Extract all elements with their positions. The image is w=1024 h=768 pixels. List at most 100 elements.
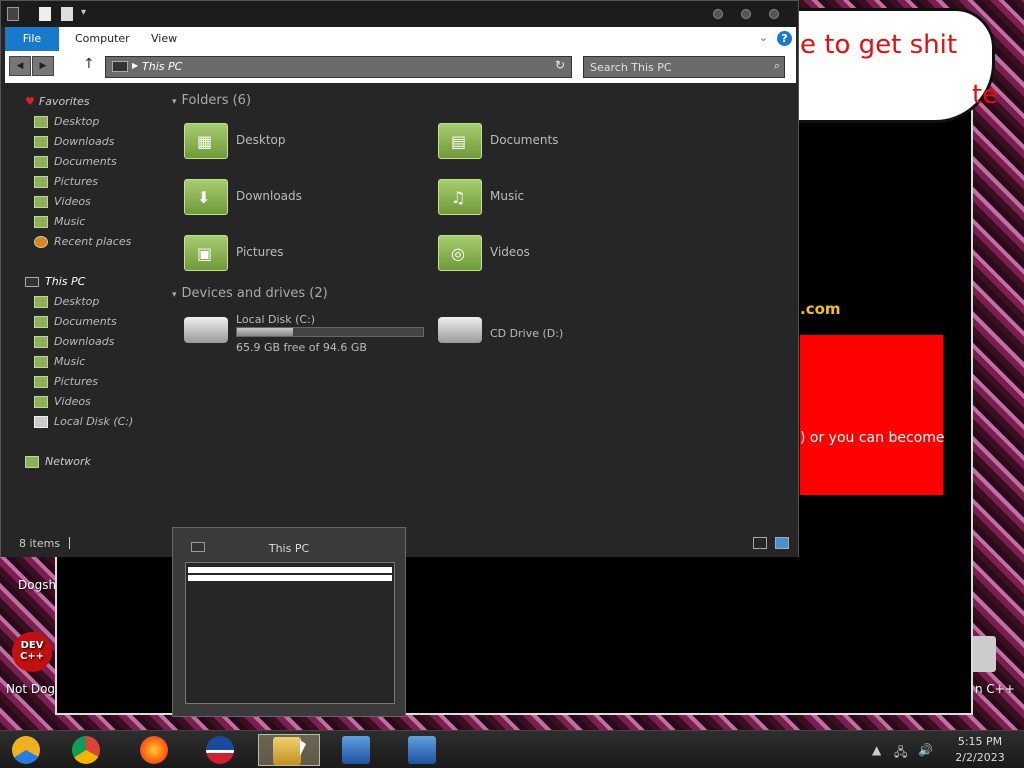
maximize-button[interactable]	[741, 9, 751, 19]
nav-favorites[interactable]: ♥ Favorites	[25, 95, 90, 108]
nav-fav-documents[interactable]: Documents	[34, 155, 117, 173]
nav-pc-videos[interactable]: Videos	[34, 395, 91, 413]
new-folder-icon[interactable]	[61, 7, 73, 21]
nav-pc-local-disk[interactable]: Local Disk (C:)	[34, 415, 133, 433]
details-view-icon[interactable]	[753, 537, 767, 549]
documents-icon	[34, 156, 48, 168]
chevron-down-icon[interactable]: ⌄	[759, 31, 768, 44]
nav-fav-pictures[interactable]: Pictures	[34, 175, 98, 193]
taskbar-installer-1[interactable]	[334, 734, 378, 766]
nav-fav-recent[interactable]: Recent places	[34, 235, 131, 253]
desktop-icon-label: Not Dog	[6, 682, 56, 696]
tab-computer[interactable]: Computer	[61, 27, 144, 51]
folder-music[interactable]: ♫ Music	[420, 175, 660, 221]
clock-time: 5:15 PM	[957, 735, 1003, 748]
network-tray-icon[interactable]: 🖧	[894, 743, 907, 764]
pictures-folder-icon: ▣	[184, 235, 228, 271]
desktop-icon	[34, 116, 48, 128]
tab-view[interactable]: View	[137, 27, 191, 51]
collapse-icon: ▾	[172, 97, 177, 107]
preview-addressbar	[188, 575, 392, 581]
folder-pictures[interactable]: ▣ Pictures	[166, 231, 406, 277]
nav-network[interactable]: Network	[25, 455, 91, 468]
drive-local-disk[interactable]: Local Disk (C:) 65.9 GB free of 94.6 GB	[166, 309, 426, 355]
nav-pc-pictures[interactable]: Pictures	[34, 375, 98, 393]
breadcrumb: This PC	[142, 60, 183, 73]
nav-pc-documents[interactable]: Documents	[34, 315, 117, 333]
forward-button[interactable]: ▶	[32, 56, 54, 76]
heart-icon: ♥	[25, 95, 35, 108]
installer-icon	[408, 736, 436, 764]
preview-ribbon	[188, 567, 392, 573]
nav-fav-music[interactable]: Music	[34, 215, 85, 233]
taskbar-firefox[interactable]	[132, 734, 176, 766]
nav-fav-desktop[interactable]: Desktop	[34, 115, 99, 133]
properties-icon[interactable]	[39, 7, 51, 21]
downloads-icon	[34, 336, 48, 348]
close-button[interactable]	[769, 9, 779, 19]
collapse-icon: ▾	[172, 290, 177, 300]
search-icon[interactable]: ⌕	[774, 59, 780, 73]
nav-pc-downloads[interactable]: Downloads	[34, 335, 114, 353]
devices-group-header[interactable]: ▾ Devices and drives (2)	[172, 286, 328, 301]
folder-label: Videos	[490, 245, 530, 259]
installer-icon	[342, 736, 370, 764]
large-icons-view-icon[interactable]	[775, 537, 789, 549]
drive-icon	[34, 416, 48, 428]
videos-icon	[34, 196, 48, 208]
nav-pc-music[interactable]: Music	[34, 355, 85, 373]
show-hidden-icons[interactable]: ▲	[872, 743, 881, 757]
drive-cd[interactable]: CD Drive (D:)	[420, 309, 660, 355]
nav-this-pc[interactable]: This PC	[25, 275, 85, 288]
desktop-icon-not-dog[interactable]: Not Dog	[6, 682, 55, 696]
nav-fav-videos[interactable]: Videos	[34, 195, 91, 213]
back-button[interactable]: ◀	[9, 56, 31, 76]
folder-label: Pictures	[236, 245, 284, 259]
taskbar-chrome-canary[interactable]	[4, 734, 48, 766]
disk-usage-bar	[236, 327, 424, 337]
content-pane: ▾ Folders (6) ▦ Desktop ▤ Documents ⬇ Dow…	[166, 83, 796, 523]
search-box[interactable]: ⌕	[583, 56, 785, 78]
desktop-icon-recycle-bin[interactable]	[970, 636, 996, 672]
taskbar-obama[interactable]	[198, 734, 242, 766]
taskbar-thumbnail[interactable]: This PC	[172, 527, 406, 717]
taskbar-chrome[interactable]	[64, 734, 108, 766]
navigation-pane: ♥ Favorites Desktop Downloads Documents P…	[1, 83, 161, 523]
folder-desktop[interactable]: ▦ Desktop	[166, 119, 406, 165]
bubble-text: e to get shit	[800, 30, 958, 60]
taskbar-installer-2[interactable]	[400, 734, 444, 766]
folder-documents[interactable]: ▤ Documents	[420, 119, 660, 165]
music-icon	[34, 356, 48, 368]
firefox-icon	[140, 736, 168, 764]
search-input[interactable]	[590, 59, 760, 75]
videos-folder-icon: ◎	[438, 235, 482, 271]
up-arrow-icon[interactable]: ↑	[83, 56, 95, 72]
downloads-folder-icon: ⬇	[184, 179, 228, 215]
thumbnail-title: This PC	[268, 542, 310, 555]
folder-downloads[interactable]: ⬇ Downloads	[166, 175, 406, 221]
chrome-icon	[72, 736, 100, 764]
volume-icon[interactable]: 🔊	[918, 743, 933, 757]
minimize-button[interactable]	[713, 9, 723, 19]
obama-logo-icon	[206, 736, 234, 764]
this-pc-icon	[112, 61, 128, 72]
taskbar-file-explorer[interactable]	[258, 734, 320, 766]
customize-qa-icon[interactable]: ▾	[81, 7, 86, 18]
file-explorer-window[interactable]: ▾ File Computer View ⌄ ? ◀ ▶ ↑ ▶ This PC…	[0, 0, 799, 557]
nav-pc-desktop[interactable]: Desktop	[34, 295, 99, 313]
help-icon[interactable]: ?	[777, 31, 792, 46]
clock[interactable]: 5:15 PM 2/2/2023	[940, 734, 1020, 766]
folder-videos[interactable]: ◎ Videos	[420, 231, 660, 277]
navigation-bar: ◀ ▶ ↑ ▶ This PC ↻ ⌕	[5, 51, 796, 83]
tab-file[interactable]: File	[5, 27, 59, 51]
domain-text: .com	[800, 300, 841, 318]
desktop-icon-dogsh[interactable]: Dogsh	[18, 578, 56, 592]
desktop-icon-label-cpp: n C++	[975, 682, 1015, 696]
desktop-icon-dev-cpp[interactable]: DEV C++	[12, 632, 52, 672]
nav-fav-downloads[interactable]: Downloads	[34, 135, 114, 153]
title-bar[interactable]: ▾	[1, 1, 798, 27]
refresh-icon[interactable]: ↻	[551, 58, 569, 76]
address-bar[interactable]: ▶ This PC ↻	[105, 56, 572, 78]
folders-group-header[interactable]: ▾ Folders (6)	[172, 93, 251, 108]
network-icon	[25, 456, 39, 468]
